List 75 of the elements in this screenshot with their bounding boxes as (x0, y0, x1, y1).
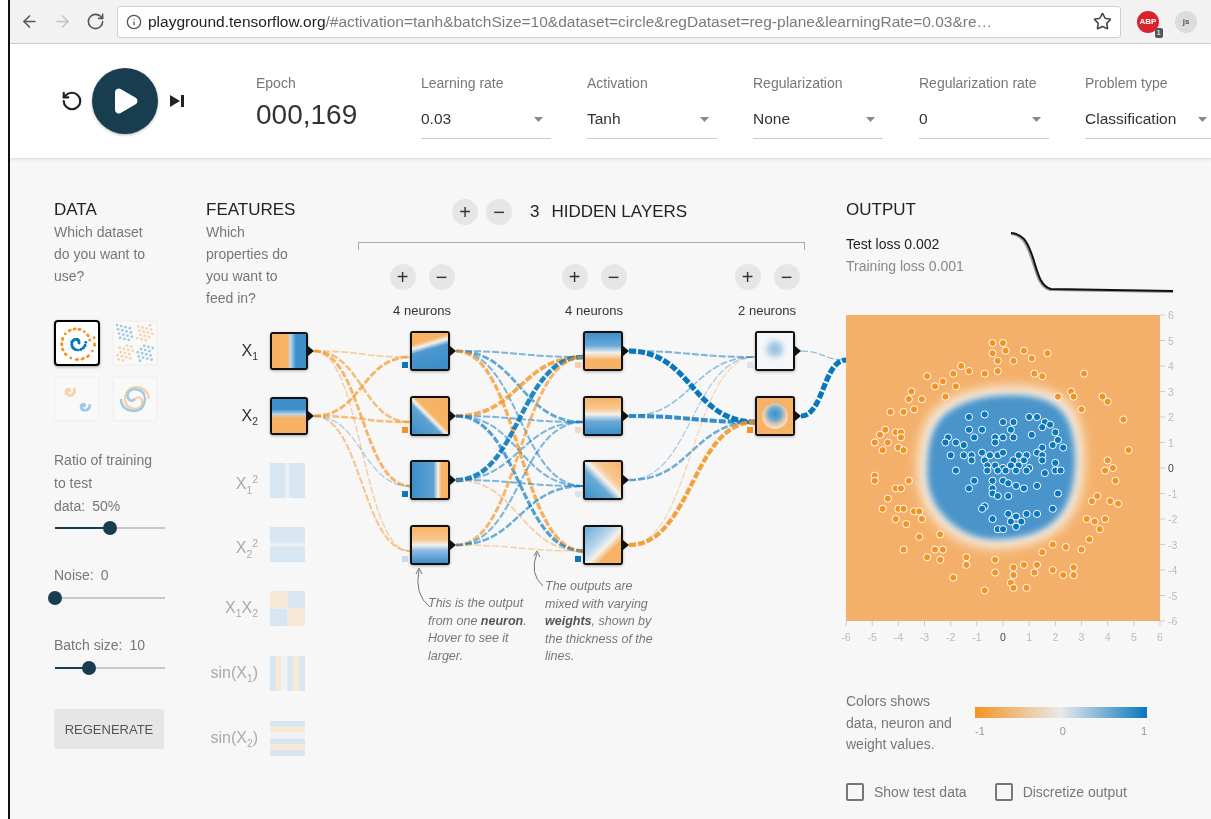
section-title: OUTPUT (846, 199, 917, 221)
scale-label: -1 (975, 725, 985, 737)
axis-tick-label: -4 (1168, 564, 1178, 576)
test-loss: Test loss 0.002 (846, 235, 941, 254)
add-neuron-button[interactable]: + (561, 264, 588, 290)
axis-tick-label: -2 (1168, 513, 1178, 525)
dropdown-label: Activation (587, 74, 649, 92)
legend-text: Colors shows data, neuron and weight values. (846, 692, 953, 754)
slider-label: Batch size: 10 (54, 636, 147, 655)
regenerate-button[interactable]: REGENERATE (54, 709, 164, 749)
axis-tick-label: 5 (1168, 334, 1174, 347)
remove-neuron-button[interactable]: − (600, 264, 627, 290)
axis-tick-label: 3 (1168, 385, 1174, 398)
axis-tick-label: -3 (1168, 538, 1178, 551)
epoch-value: 000,169 (256, 99, 359, 131)
dropdown-label: Learning rate (421, 74, 505, 92)
slider-label: Noise: 0 (54, 566, 110, 585)
url-host: playground.tensorflow.org (148, 12, 326, 31)
url-path: /#activation=tanh&batchSize=10&dataset=circle&regDataset=reg-plane&learningRate=0.03&re… (325, 12, 992, 31)
add-neuron-button[interactable]: + (389, 264, 416, 290)
dropdown[interactable]: None (753, 108, 883, 139)
scale-label: 1 (1140, 725, 1147, 737)
axis-tick-label: 0 (1168, 462, 1174, 474)
axis-tick-label: -2 (946, 631, 956, 643)
neuron-count: 4 neurons (393, 302, 451, 320)
feature-label: sin(X$_{1}$) (209, 663, 258, 687)
neuron-count: 4 neurons (565, 302, 623, 320)
axis-tick-label: -6 (1168, 615, 1178, 627)
checkbox-label: Discretize output (1022, 783, 1127, 800)
axis-tick-label: 1 (1026, 631, 1033, 643)
annotation-text: This is the output from one neuron. Hover to see it larger. (428, 595, 528, 665)
remove-neuron-button[interactable]: − (773, 264, 800, 290)
dropdown[interactable]: Classification (1085, 108, 1211, 139)
axis-tick-label: -1 (972, 631, 982, 643)
feature-label: X$_{1}$X$_{2}$ (224, 598, 258, 622)
axis-tick-label: -5 (867, 631, 877, 643)
annotation-text: The outputs are mixed with varying weights, shown by the thickness of the lines. (545, 578, 654, 665)
axis-tick-label: 5 (1130, 631, 1137, 643)
axis-tick-label: 4 (1104, 631, 1111, 643)
section-title: FEATURES (206, 199, 297, 221)
epoch-label: Epoch (256, 74, 297, 92)
axis-tick-label: -4 (893, 631, 903, 643)
remove-neuron-button[interactable]: − (428, 264, 455, 290)
dropdown[interactable]: 0.03 (421, 108, 551, 139)
section-prompt: Which dataset do you want to use? (54, 223, 147, 286)
dropdown[interactable]: 0 (919, 108, 1049, 139)
feature-label: X$_{2}$ (240, 406, 258, 430)
section-prompt: Which properties do you want to feed in? (206, 223, 289, 308)
axis-tick-label: -5 (1168, 589, 1178, 602)
dropdown[interactable]: Tanh (587, 108, 717, 139)
add-layer-button[interactable]: + (452, 199, 478, 225)
extension-badge: 1 (1154, 27, 1163, 38)
feature-label: sin(X$_{2}$) (209, 728, 258, 752)
layer-count: 3 (530, 202, 540, 222)
axis-tick-label: -1 (1168, 487, 1178, 500)
axis-tick-label: 2 (1168, 411, 1174, 423)
remove-layer-button[interactable]: − (486, 199, 512, 225)
axis-tick-label: 0 (1000, 631, 1006, 643)
extension-icon[interactable]: js (1175, 10, 1197, 33)
address-bar[interactable]: playground.tensorflow.org/#activation=tanh&batchSize=10&dataset=circle&regDataset=reg-plane&learningRate=0.03&re… (117, 5, 1121, 38)
slider-label: Ratio of training to test data: 50% (54, 451, 154, 516)
dropdown-label: Problem type (1085, 74, 1169, 92)
section-title: DATA (54, 199, 98, 221)
add-neuron-button[interactable]: + (734, 264, 761, 290)
axis-tick-label: -3 (919, 631, 930, 643)
layers-title: HIDDEN LAYERS (551, 202, 688, 222)
feature-label: X$_{1}$ (240, 341, 258, 365)
training-loss: Training loss 0.001 (846, 257, 965, 276)
axis-tick-label: 2 (1052, 631, 1059, 643)
neuron-count: 2 neurons (738, 302, 796, 320)
axis-tick-label: 3 (1078, 631, 1085, 643)
dropdown-label: Regularization (753, 74, 844, 92)
checkbox-label: Show test data (874, 783, 967, 800)
dropdown-label: Regularization rate (919, 74, 1038, 92)
scale-label: 0 (1059, 725, 1066, 737)
